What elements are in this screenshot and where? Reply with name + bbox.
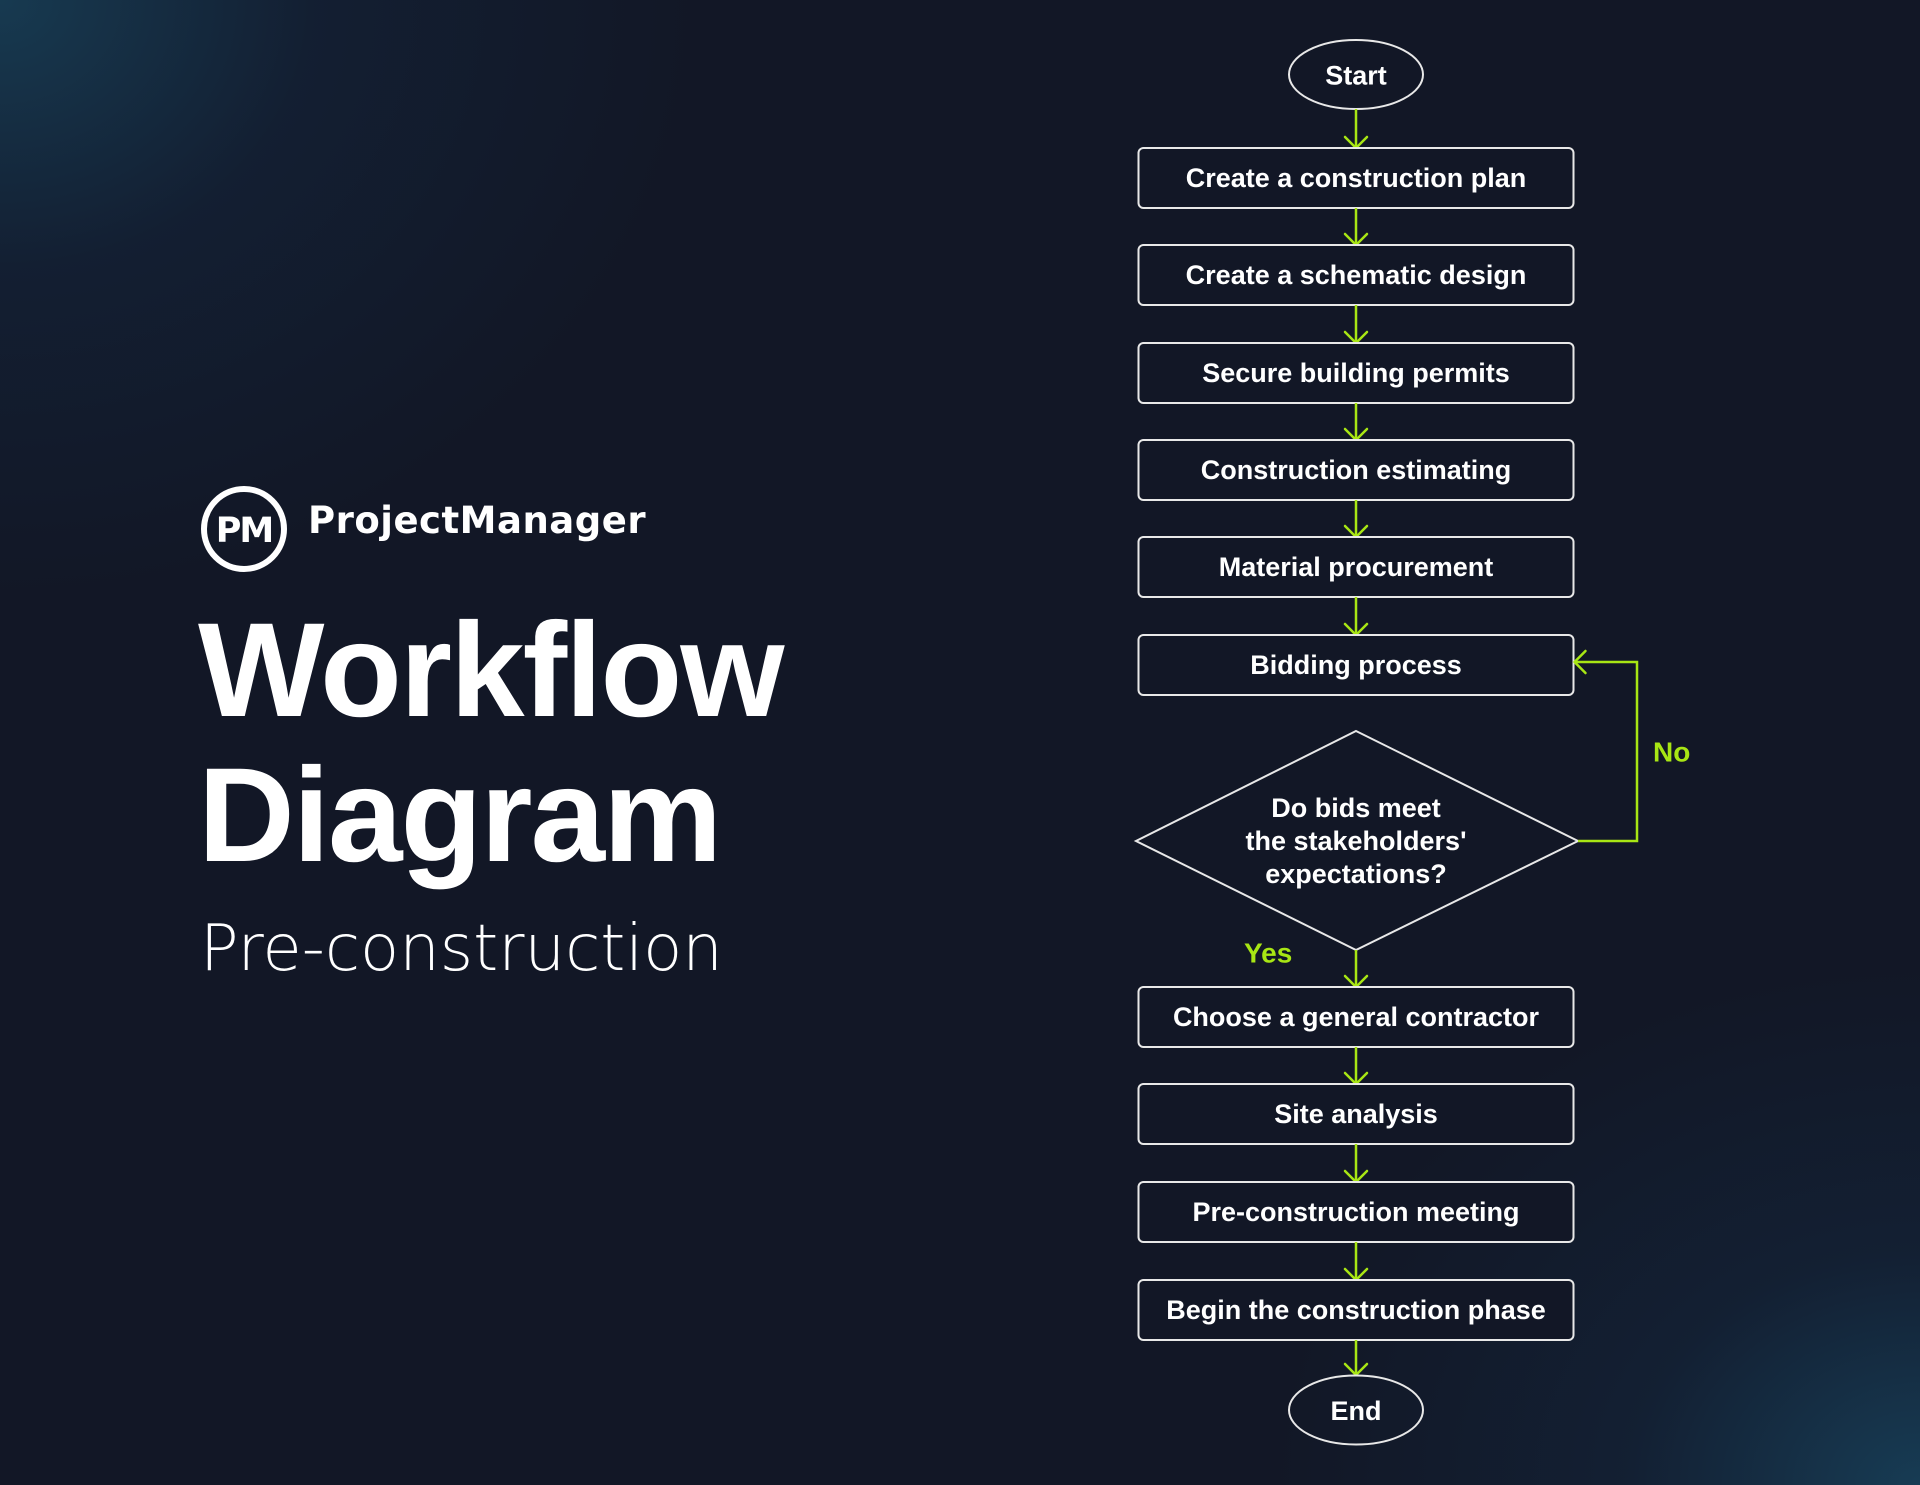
no-loop-connector xyxy=(1574,660,1639,843)
step-4-label: Construction estimating xyxy=(1201,455,1512,485)
step-2-label: Create a schematic design xyxy=(1186,260,1527,290)
decision-question-line: expectations? xyxy=(1265,859,1447,889)
step-8-label: Site analysis xyxy=(1274,1099,1438,1129)
step-3-label: Secure building permits xyxy=(1202,358,1510,388)
step-5-label: Material procurement xyxy=(1219,552,1494,582)
step-1-label: Create a construction plan xyxy=(1186,163,1527,193)
decision-question-line: Do bids meet xyxy=(1271,793,1441,823)
start-node-label: Start xyxy=(1325,61,1387,91)
step-10-label: Begin the construction phase xyxy=(1166,1295,1546,1325)
decision-question-line: the stakeholders' xyxy=(1246,826,1467,856)
step-7-label: Choose a general contractor xyxy=(1173,1002,1540,1032)
step-6-label: Bidding process xyxy=(1250,650,1462,680)
no-branch-label: No xyxy=(1653,737,1690,768)
workflow-flowchart: Start Create a construction plan Create a … xyxy=(1133,39,1690,1446)
yes-branch-label: Yes xyxy=(1244,938,1292,969)
end-node-label: End xyxy=(1331,1396,1382,1426)
step-9-label: Pre-construction meeting xyxy=(1192,1197,1519,1227)
